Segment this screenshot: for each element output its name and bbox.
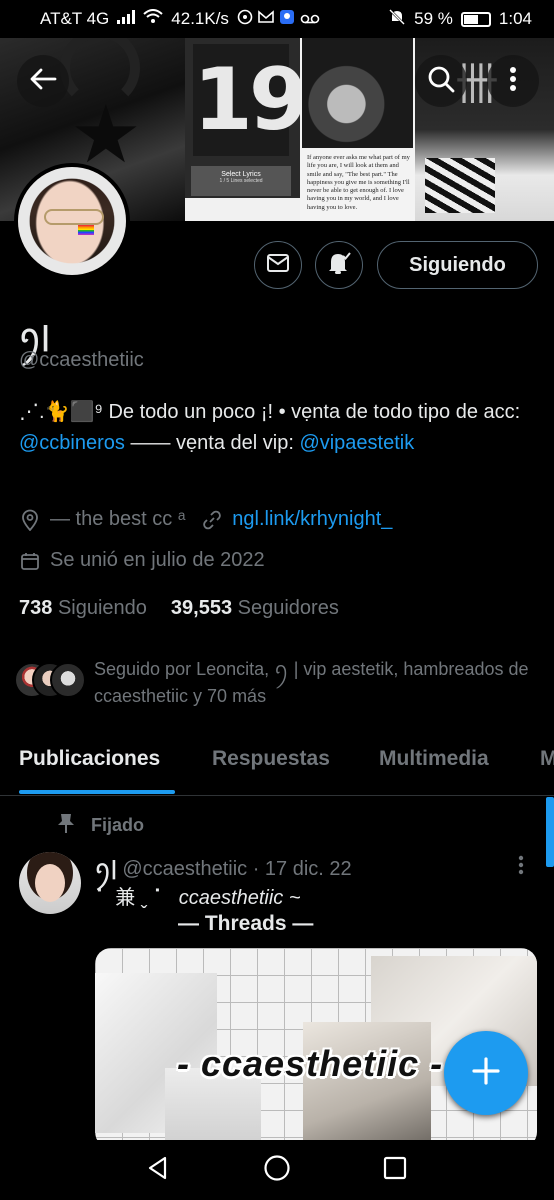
user-handle: @ccaesthetiic [19,349,144,371]
profile-location: — the best cc ᵃ [50,508,186,530]
plus-icon [471,1056,501,1091]
post-text-line2: — Threads — [178,912,314,935]
signal-icon [117,9,136,29]
profile-website-link[interactable]: ngl.link/krhynight_ [232,508,392,531]
following-count: 738 [19,597,53,619]
scroll-indicator [546,797,554,867]
back-button[interactable] [17,55,69,107]
battery-icon [460,11,491,27]
nav-recents-button[interactable] [379,1154,411,1186]
bio-mention-vipaestetik[interactable]: @vipaestetik [299,432,414,454]
battery-percent: 59 % [414,9,453,28]
tab-media[interactable]: Multimedia [379,747,489,771]
banner-photo-number: 19 Select Lyrics 1 / 5 Lines selected [185,38,309,221]
voicemail-icon [300,9,320,29]
nav-back-button[interactable] [142,1154,174,1186]
tab-posts[interactable]: Publicaciones [19,747,160,771]
post-text-italic: ccaesthetiic ~ [178,887,301,909]
post-text-line1: ⠁ 兼 ˬ ⠁ ccaesthetiic ~ [95,881,301,910]
system-navigation-bar [0,1140,554,1200]
banner-photo-drums: If anyone ever asks me what part of my l… [300,38,415,221]
gmail-icon [258,9,274,29]
post-author-name[interactable]: ꪆ| [95,858,117,880]
more-options-button[interactable] [487,55,539,107]
profile-meta-row: — the best cc ᵃ ngl.link/krhynight_ [19,508,392,531]
post-author-handle[interactable]: @ccaesthetiic [122,858,247,880]
followed-by-avatars [14,656,90,698]
following-stat[interactable]: 738 Siguiendo [19,597,147,620]
vertical-dots-icon [509,66,517,97]
security-app-icon [279,9,295,30]
avatar [50,662,86,698]
pinned-label: Fijado [91,815,144,835]
tab-likes[interactable]: M [540,747,554,771]
wifi-icon [143,9,163,29]
clock: 1:04 [498,9,532,28]
tab-replies[interactable]: Respuestas [212,747,330,771]
status-bar: AT&T 4G 42.1K/s 59 % 1:04 [0,0,554,38]
joined-date: Se unió en julio de 2022 [50,549,265,571]
network-speed: 42.1K/s [171,9,229,28]
following-button[interactable]: Siguiendo [377,241,538,289]
bio-text: ⋰.🐈⬛⁹ De todo un poco ¡! • vẹnta de todo… [19,401,521,423]
post-image-text: - ccaesthetiic - [177,1043,444,1084]
active-tab-indicator [19,790,175,794]
followed-by-row[interactable]: Seguido por Leoncita, ꪆ | vip aestetik, … [14,656,534,710]
link-icon [201,509,223,531]
post-author-avatar[interactable] [19,852,81,914]
post-text-decor: ⠁ 兼 ˬ ⠁ [95,887,168,909]
post-date: · 17 dic. 22 [252,858,352,880]
profile-bio: ⋰.🐈⬛⁹ De todo un poco ¡! • vẹnta de todo… [19,397,539,459]
whatsapp-icon [237,9,253,30]
search-icon [427,65,455,98]
mute-icon [388,8,406,31]
vertical-dots-icon [518,855,524,879]
follow-stats: 738 Siguiendo 39,553 Seguidores [19,597,339,620]
banner-quote: If anyone ever asks me what part of my l… [307,154,410,211]
mail-icon [266,253,290,278]
bell-check-icon [326,250,352,281]
search-button[interactable] [415,55,467,107]
lyrics-subtitle: 1 / 5 Lines selected [219,178,263,184]
pin-icon [57,812,75,839]
message-button[interactable] [254,241,302,289]
pinned-label-row: Fijado [57,812,144,839]
post-more-button[interactable] [518,855,524,880]
followers-stat[interactable]: 39,553 Seguidores [171,597,339,620]
circle-home-icon [263,1154,291,1187]
lyrics-title: Select Lyrics [221,171,261,178]
calendar-icon [19,550,41,572]
location-pin-icon [19,509,41,531]
followers-count: 39,553 [170,597,233,619]
carrier-label: AT&T 4G [40,9,110,28]
notifications-button[interactable] [315,241,363,289]
profile-avatar[interactable] [14,163,130,279]
compose-post-button[interactable] [444,1031,528,1115]
arrow-left-icon [29,67,57,96]
profile-joined-row: Se unió en julio de 2022 [19,549,265,572]
followers-label: Seguidores [237,597,339,619]
square-recents-icon [383,1156,407,1185]
profile-tabs: Publicaciones Respuestas Multimedia M [0,738,554,796]
followed-by-text: Seguido por Leoncita, ꪆ | vip aestetik, … [94,659,529,706]
bio-mention-ccbineros[interactable]: @ccbineros [19,432,125,454]
bio-text-middle: —— vẹnta del vip: [124,432,300,454]
triangle-back-icon [145,1155,171,1186]
following-label: Siguiendo [57,597,147,619]
nav-home-button[interactable] [261,1154,293,1186]
